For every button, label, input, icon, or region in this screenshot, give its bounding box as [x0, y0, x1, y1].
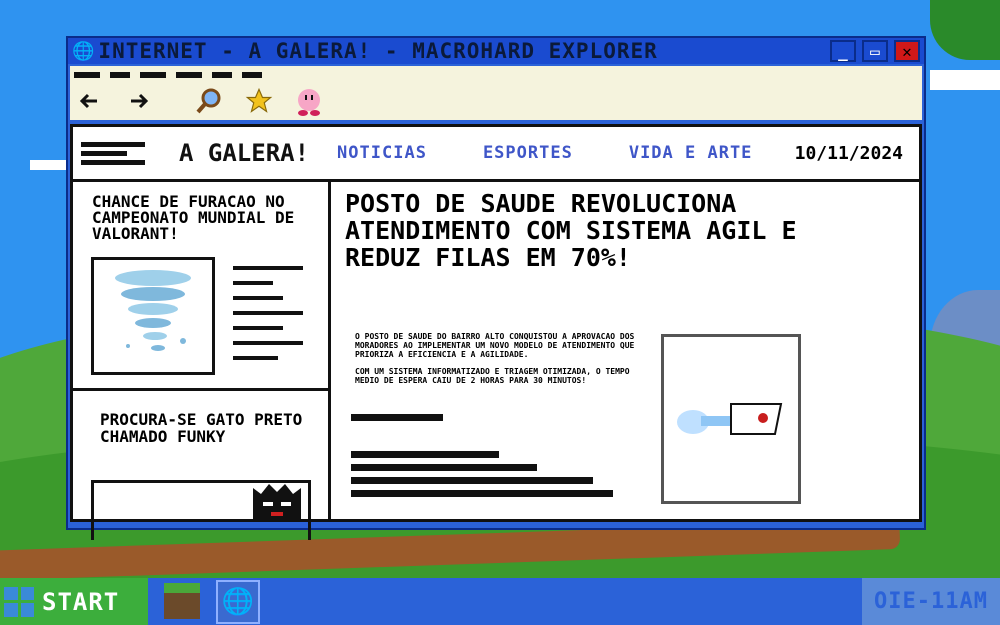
nav-link-vida-e-arte[interactable]: VIDA E ARTE — [629, 143, 753, 163]
site-brand[interactable]: A GALERA! — [179, 139, 309, 167]
nav-link-noticias[interactable]: NOTICIAS — [337, 143, 427, 163]
browser-window: 🌐 INTERNET - A GALERA! - MACROHARD EXPLO… — [66, 36, 926, 540]
menu-bar — [74, 72, 262, 78]
pill-capsule-icon — [677, 403, 783, 435]
story-title[interactable]: PROCURA-SE GATO PRETO CHAMADO FUNKY — [100, 411, 320, 445]
main-article: POSTO DE SAUDE REVOLUCIONA ATENDIMENTO C… — [331, 182, 919, 519]
menu-item[interactable] — [176, 72, 202, 78]
windows-logo-icon — [4, 586, 34, 617]
hamburger-menu-icon[interactable] — [81, 138, 145, 169]
browser-toolbar — [70, 66, 922, 120]
menu-item[interactable] — [212, 72, 232, 78]
system-tray: OIE-11AM — [862, 578, 1000, 625]
globe-icon: 🌐 — [72, 40, 95, 62]
placeholder-text-bars — [351, 414, 613, 503]
web-page: A GALERA! NOTICIAS ESPORTES VIDA E ARTE … — [70, 124, 922, 540]
close-button[interactable]: ✕ — [894, 40, 920, 62]
nav-link-esportes[interactable]: ESPORTES — [483, 143, 573, 163]
back-arrow-icon[interactable] — [74, 86, 104, 116]
minecraft-grass-block-icon[interactable] — [164, 583, 200, 619]
minimize-button[interactable]: _ — [830, 40, 856, 62]
kirby-icon[interactable] — [294, 86, 324, 116]
sidebar: CHANCE DE FURACAO NO CAMPEONATO MUNDIAL … — [73, 182, 331, 540]
taskbar: START 🌐 OIE-11AM — [0, 578, 1000, 625]
start-button[interactable]: START — [0, 578, 148, 625]
star-icon[interactable] — [244, 86, 274, 116]
cloud — [930, 70, 1000, 90]
story-title[interactable]: CHANCE DE FURACAO NO CAMPEONATO MUNDIAL … — [92, 194, 317, 242]
menu-item[interactable] — [74, 72, 100, 78]
black-cat-icon — [253, 484, 301, 522]
menu-item[interactable] — [110, 72, 130, 78]
placeholder-text-lines — [233, 266, 303, 371]
magnifier-icon[interactable] — [194, 86, 224, 116]
article-body: O POSTO DE SAUDE DO BAIRRO ALTO CONQUIST… — [355, 332, 655, 393]
forward-arrow-icon[interactable] — [124, 86, 154, 116]
article-paragraph: O POSTO DE SAUDE DO BAIRRO ALTO CONQUIST… — [355, 332, 635, 359]
menu-item[interactable] — [140, 72, 166, 78]
browser-globe-icon[interactable]: 🌐 — [216, 580, 260, 624]
sidebar-story-card[interactable]: CHANCE DE FURACAO NO CAMPEONATO MUNDIAL … — [73, 182, 328, 391]
site-header: A GALERA! NOTICIAS ESPORTES VIDA E ARTE … — [73, 127, 919, 182]
cloud — [30, 160, 70, 170]
article-illustration — [661, 334, 801, 504]
start-label: START — [42, 587, 120, 616]
site-nav: NOTICIAS ESPORTES VIDA E ARTE — [337, 143, 752, 163]
tornado-image — [91, 257, 215, 375]
date-label: 10/11/2024 — [794, 142, 903, 164]
clock: OIE-11AM — [874, 589, 988, 614]
window-title: INTERNET - A GALERA! - MACROHARD EXPLORE… — [98, 39, 658, 63]
maximize-button[interactable]: ▭ — [862, 40, 888, 62]
article-headline[interactable]: POSTO DE SAUDE REVOLUCIONA ATENDIMENTO C… — [345, 190, 865, 271]
menu-item[interactable] — [242, 72, 262, 78]
window-titlebar[interactable]: 🌐 INTERNET - A GALERA! - MACROHARD EXPLO… — [68, 38, 924, 64]
tornado-icon — [115, 270, 191, 351]
article-paragraph: COM UM SISTEMA INFORMATIZADO E TRIAGEM O… — [355, 367, 630, 385]
